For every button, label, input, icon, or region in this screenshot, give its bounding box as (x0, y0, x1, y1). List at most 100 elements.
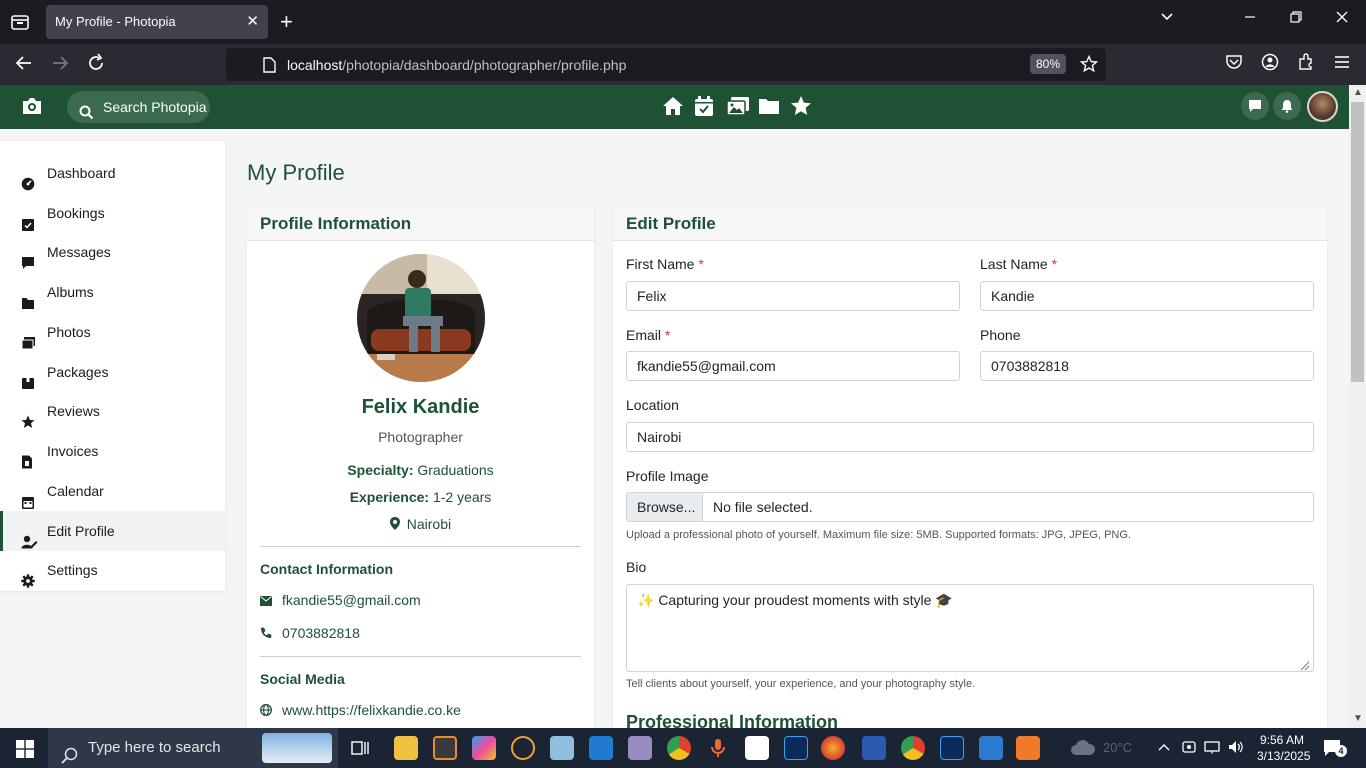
clock[interactable]: 9:56 AM 3/13/2025 (1257, 732, 1310, 764)
taskbar-search-placeholder: Type here to search (88, 739, 221, 756)
minimize-icon[interactable] (1244, 10, 1256, 28)
messages-button[interactable] (1241, 92, 1269, 120)
zoom-level-badge[interactable]: 80% (1029, 54, 1066, 74)
email-label-text: Email (626, 327, 662, 343)
photoshop-icon[interactable] (940, 736, 964, 760)
sidebar-item-albums[interactable]: Albums (0, 272, 225, 312)
website-link[interactable]: www.https://felixkandie.co.ke (260, 702, 461, 718)
pocket-icon[interactable] (1225, 53, 1243, 76)
chevron-down-icon[interactable] (1160, 10, 1174, 29)
chevron-up-icon[interactable] (1157, 740, 1171, 757)
scrollbar-thumb[interactable] (1351, 102, 1364, 382)
volume-icon[interactable] (1228, 740, 1244, 757)
camera-logo-icon[interactable] (21, 96, 43, 119)
scroll-down-icon[interactable]: ▼ (1353, 713, 1363, 724)
word-icon[interactable] (862, 736, 886, 760)
sidebar-item-bookings[interactable]: Bookings (0, 193, 225, 233)
no-file-text: No file selected. (713, 499, 813, 515)
location-label: Location (626, 397, 679, 413)
tab-list-icon[interactable] (10, 12, 30, 32)
file-explorer-icon[interactable] (394, 736, 418, 760)
taskbar-search-box[interactable]: Type here to search (48, 728, 338, 768)
back-icon[interactable] (14, 53, 34, 78)
divider (260, 656, 581, 657)
app-icon[interactable] (550, 736, 574, 760)
app-icon[interactable] (628, 736, 652, 760)
copilot-icon[interactable] (472, 736, 496, 760)
location-field[interactable]: Nairobi (626, 422, 1314, 452)
firefox-icon[interactable] (821, 736, 845, 760)
page-scrollbar[interactable]: ▲ ▼ (1349, 85, 1366, 728)
cloud-icon[interactable] (1070, 740, 1096, 759)
sublime-text-icon[interactable] (433, 736, 457, 760)
new-tab-button[interactable]: + (280, 10, 293, 34)
windows-start-icon[interactable] (16, 740, 34, 761)
scroll-up-icon[interactable]: ▲ (1353, 87, 1363, 98)
user-avatar[interactable] (1307, 91, 1338, 122)
xampp-icon[interactable] (1016, 736, 1040, 760)
website-value[interactable]: www.https://felixkandie.co.ke (282, 702, 461, 718)
forward-icon[interactable] (50, 53, 70, 78)
last-name-field[interactable]: Kandie (980, 281, 1314, 311)
sidebar-item-messages[interactable]: Messages (0, 232, 225, 272)
task-view-icon[interactable] (350, 739, 370, 760)
search-highlight-image (262, 733, 332, 763)
sidebar-item-dashboard[interactable]: Dashboard (0, 153, 225, 193)
first-name-field[interactable]: Felix (626, 281, 960, 311)
search-photopia-button[interactable]: Search Photopia (67, 91, 210, 123)
email-value: fkandie55@gmail.com (282, 592, 421, 608)
menu-icon[interactable] (1333, 53, 1351, 76)
sidebar-item-edit-profile[interactable]: Edit Profile (0, 511, 225, 551)
sidebar-item-invoices[interactable]: Invoices (0, 431, 225, 471)
sidebar-item-packages[interactable]: Packages (0, 352, 225, 392)
notifications-button[interactable] (1273, 92, 1301, 120)
profile-specialty: Specialty: Graduations (247, 462, 594, 478)
profile-information-card: Profile Information Felix Kandie Photogr… (247, 207, 594, 747)
vscode-icon[interactable] (589, 736, 613, 760)
bookmark-star-icon[interactable] (1079, 54, 1099, 76)
notification-center-icon[interactable]: 4 (1323, 739, 1347, 760)
calendar-check-icon[interactable] (694, 95, 716, 117)
folder-icon[interactable] (758, 95, 780, 117)
star-icon (21, 404, 35, 428)
sidebar-item-photos[interactable]: Photos (0, 312, 225, 352)
close-icon[interactable]: ✕ (246, 5, 259, 39)
capcut-icon[interactable] (745, 736, 769, 760)
close-window-icon[interactable] (1336, 10, 1348, 28)
resize-handle-icon[interactable] (1300, 658, 1310, 671)
home-icon[interactable] (662, 95, 684, 117)
phone-field[interactable]: 0703882818 (980, 351, 1314, 381)
browse-button[interactable]: Browse... (627, 493, 703, 521)
reload-icon[interactable] (86, 53, 106, 78)
browser-tab[interactable]: My Profile - Photopia ✕ (46, 5, 268, 39)
sidebar-item-reviews[interactable]: Reviews (0, 391, 225, 431)
chrome-icon[interactable] (667, 736, 691, 760)
sidebar-item-label: Calendar (47, 483, 104, 499)
extensions-icon[interactable] (1297, 53, 1315, 76)
weather-temp[interactable]: 20°C (1103, 740, 1132, 755)
images-icon[interactable] (726, 95, 749, 117)
app-icon[interactable] (979, 736, 1003, 760)
network-icon[interactable] (1204, 740, 1220, 757)
profile-image-file-input[interactable]: Browse... No file selected. (626, 492, 1314, 522)
sidebar-item-label: Albums (47, 284, 94, 300)
browser-nav-bar: localhost/photopia/dashboard/photographe… (0, 44, 1366, 85)
account-icon[interactable] (1261, 53, 1279, 76)
invoice-icon (21, 444, 35, 469)
meet-now-icon[interactable] (1182, 740, 1196, 757)
baidu-icon[interactable] (511, 736, 535, 760)
photoshop-icon[interactable] (784, 736, 808, 760)
microphone-icon[interactable] (706, 736, 730, 760)
star-icon[interactable] (790, 95, 812, 117)
experience-label: Experience: (349, 489, 430, 505)
email-field[interactable]: fkandie55@gmail.com (626, 351, 960, 381)
bio-help-text: Tell clients about yourself, your experi… (626, 678, 976, 690)
sidebar-item-settings[interactable]: Settings (0, 550, 225, 590)
chrome-icon[interactable] (901, 736, 925, 760)
sidebar-item-calendar[interactable]: Calendar (0, 471, 225, 511)
sidebar-item-label: Packages (47, 364, 109, 380)
restore-icon[interactable] (1290, 10, 1302, 28)
chat-icon (1248, 99, 1262, 116)
bio-textarea[interactable]: ✨ Capturing your proudest moments with s… (626, 584, 1314, 672)
address-bar[interactable]: localhost/photopia/dashboard/photographe… (226, 48, 1106, 81)
